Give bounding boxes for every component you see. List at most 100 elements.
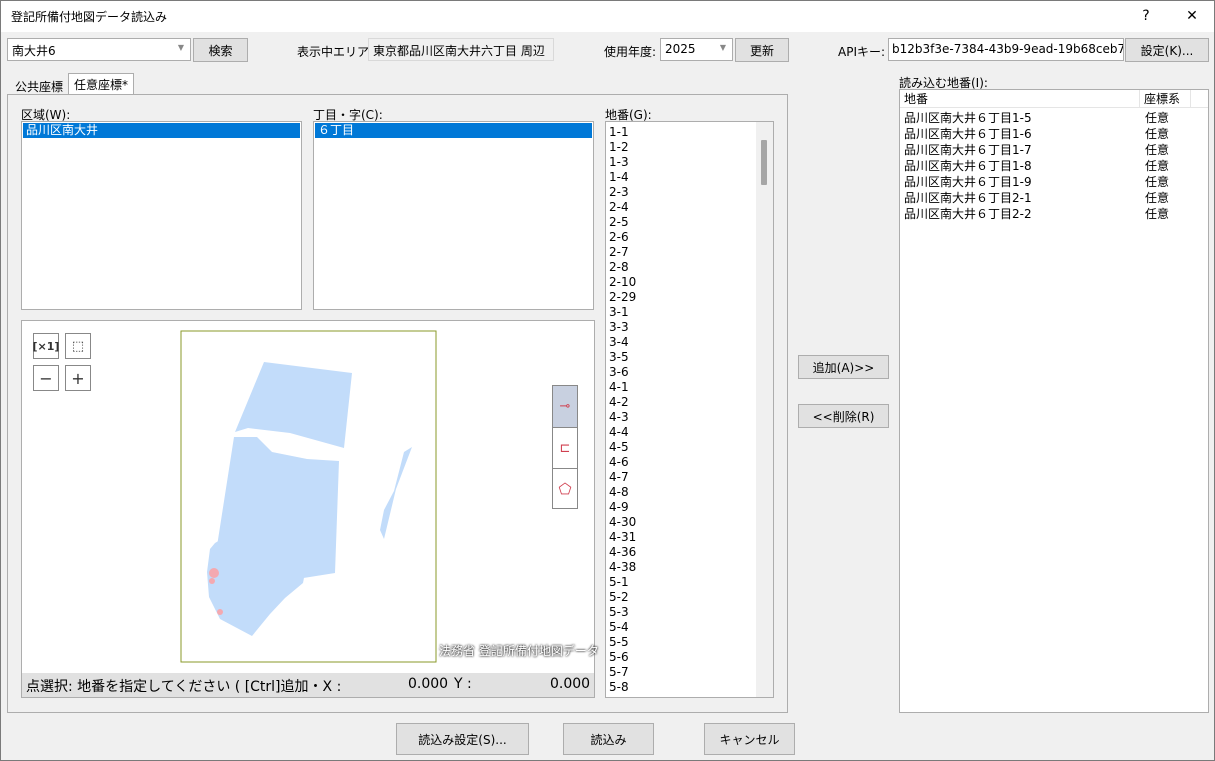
status-x-value: 0.000: [408, 676, 449, 692]
row-coord-system: 任意: [1145, 175, 1170, 189]
chiban-item[interactable]: 3-3: [606, 320, 756, 335]
year-combo-value: 2025: [665, 42, 696, 56]
point-select-icon[interactable]: ⊸: [553, 386, 577, 427]
chevron-down-icon[interactable]: ▼: [720, 43, 726, 52]
load-list-row[interactable]: 品川区南大井６丁目1-9 任意: [900, 174, 1208, 190]
load-list-row[interactable]: 品川区南大井６丁目1-5 任意: [900, 110, 1208, 126]
load-list-header: 地番 座標系: [900, 90, 1208, 108]
tab-public-coords[interactable]: 公共座標: [9, 75, 69, 95]
chiban-item[interactable]: 2-6: [606, 230, 756, 245]
chiban-scroll-thumb[interactable]: [761, 140, 767, 185]
chome-item[interactable]: ６丁目: [315, 123, 592, 138]
chiban-item[interactable]: 1-4: [606, 170, 756, 185]
cancel-button[interactable]: キャンセル: [704, 723, 795, 755]
row-chiban: 品川区南大井６丁目1-7: [904, 143, 1032, 157]
load-list-row[interactable]: 品川区南大井６丁目1-7 任意: [900, 142, 1208, 158]
chiban-item[interactable]: 4-8: [606, 485, 756, 500]
map-panel[interactable]: [×1] ⬚ − + ⊸ ⊏ ⬠ 法務省 登記所備付地図データ 点選択: 地番を…: [21, 320, 599, 698]
chiban-item[interactable]: 2-5: [606, 215, 756, 230]
col-header-coord[interactable]: 座標系: [1140, 90, 1191, 108]
chiban-item[interactable]: 3-1: [606, 305, 756, 320]
chiban-item[interactable]: 1-2: [606, 140, 756, 155]
map-attribution: 法務省 登記所備付地図データ: [439, 644, 599, 658]
chiban-list[interactable]: 1-1 1-2 1-3 1-4 2-3 2-4 2-5 2-6 2-7 2-8 2-10 2-29 3-…: [605, 121, 774, 698]
chome-list[interactable]: ６丁目: [313, 121, 594, 310]
chiban-item[interactable]: 2-4: [606, 200, 756, 215]
chiban-item[interactable]: 4-7: [606, 470, 756, 485]
load-list-row[interactable]: 品川区南大井６丁目1-6 任意: [900, 126, 1208, 142]
chiban-item[interactable]: 5-2: [606, 590, 756, 605]
chiban-item[interactable]: 3-5: [606, 350, 756, 365]
chiban-item[interactable]: 2-7: [606, 245, 756, 260]
chiban-item[interactable]: 4-3: [606, 410, 756, 425]
row-coord-system: 任意: [1145, 207, 1170, 221]
area-label: 表示中エリア:: [297, 45, 374, 59]
apikey-input[interactable]: b12b3f3e-7384-43b9-9ead-19b68ceb75: [888, 38, 1124, 61]
area-value: 東京都品川区南大井六丁目 周辺: [368, 38, 554, 61]
chiban-item[interactable]: 2-10: [606, 275, 756, 290]
chiban-item[interactable]: 4-5: [606, 440, 756, 455]
chiban-item[interactable]: 4-6: [606, 455, 756, 470]
chiban-item[interactable]: 4-36: [606, 545, 756, 560]
region-item[interactable]: 品川区南大井: [23, 123, 300, 138]
col-header-chiban[interactable]: 地番: [900, 90, 1140, 108]
chiban-item[interactable]: 5-5: [606, 635, 756, 650]
load-list-row[interactable]: 品川区南大井６丁目1-8 任意: [900, 158, 1208, 174]
status-y-label: Y :: [454, 676, 472, 692]
region-list[interactable]: 品川区南大井: [21, 121, 302, 310]
chiban-scrollbar[interactable]: [756, 122, 773, 697]
chiban-item[interactable]: 2-29: [606, 290, 756, 305]
draw-mode-toolbar: ⊸ ⊏ ⬠: [552, 385, 578, 509]
load-button[interactable]: 読込み: [563, 723, 654, 755]
close-button[interactable]: ✕: [1169, 0, 1215, 32]
chiban-item[interactable]: 3-6: [606, 365, 756, 380]
row-chiban: 品川区南大井６丁目1-9: [904, 175, 1032, 189]
row-chiban: 品川区南大井６丁目2-1: [904, 191, 1032, 205]
line-select-icon[interactable]: ⊏: [553, 427, 577, 468]
chiban-item[interactable]: 4-2: [606, 395, 756, 410]
chiban-item[interactable]: 4-30: [606, 515, 756, 530]
help-button[interactable]: ?: [1123, 0, 1169, 32]
chevron-down-icon[interactable]: ▼: [178, 43, 184, 52]
chiban-item[interactable]: 4-9: [606, 500, 756, 515]
row-coord-system: 任意: [1145, 111, 1170, 125]
settings-button[interactable]: 設定(K)...: [1125, 38, 1209, 62]
tab-arbitrary-coords[interactable]: 任意座標*: [68, 73, 135, 95]
chiban-item[interactable]: 4-38: [606, 560, 756, 575]
chiban-item[interactable]: 2-8: [606, 260, 756, 275]
chiban-item[interactable]: 5-7: [606, 665, 756, 680]
chiban-item[interactable]: 4-1: [606, 380, 756, 395]
load-settings-button[interactable]: 読込み設定(S)...: [396, 723, 529, 755]
chiban-item[interactable]: 5-6: [606, 650, 756, 665]
chiban-item[interactable]: 1-3: [606, 155, 756, 170]
year-combo[interactable]: 2025 ▼: [660, 38, 733, 61]
map-canvas[interactable]: [22, 321, 594, 673]
selected-parcel: [209, 578, 215, 584]
remove-button[interactable]: <<削除(R): [798, 404, 889, 428]
add-button[interactable]: 追加(A)>>: [798, 355, 889, 379]
load-list-row[interactable]: 品川区南大井６丁目2-2 任意: [900, 206, 1208, 222]
search-button[interactable]: 検索: [193, 38, 248, 62]
polygon-select-icon[interactable]: ⬠: [553, 468, 577, 508]
row-coord-system: 任意: [1145, 127, 1170, 141]
row-coord-system: 任意: [1145, 191, 1170, 205]
chiban-item[interactable]: 2-3: [606, 185, 756, 200]
chiban-item[interactable]: 5-1: [606, 575, 756, 590]
chiban-item[interactable]: 5-4: [606, 620, 756, 635]
search-combo-value: 南大井6: [12, 44, 56, 58]
year-label: 使用年度:: [604, 45, 657, 59]
selected-parcel: [217, 609, 223, 615]
chiban-item[interactable]: 4-31: [606, 530, 756, 545]
chiban-item[interactable]: 3-4: [606, 335, 756, 350]
load-list-row[interactable]: 品川区南大井６丁目2-1 任意: [900, 190, 1208, 206]
chiban-item[interactable]: 5-3: [606, 605, 756, 620]
load-list[interactable]: 地番 座標系 品川区南大井６丁目1-5 任意 品川区南大井６丁目1-6 任意 品川区南大…: [899, 89, 1209, 713]
search-combo[interactable]: 南大井6 ▼: [7, 38, 191, 61]
update-button[interactable]: 更新: [735, 38, 789, 62]
row-coord-system: 任意: [1145, 143, 1170, 157]
status-mode: 点選択: 地番を指定してください ( [Ctrl]追加・X :: [26, 679, 342, 695]
chiban-item[interactable]: 1-1: [606, 125, 756, 140]
chiban-item[interactable]: 4-4: [606, 425, 756, 440]
chiban-item[interactable]: 5-8: [606, 680, 756, 695]
row-chiban: 品川区南大井６丁目1-6: [904, 127, 1032, 141]
